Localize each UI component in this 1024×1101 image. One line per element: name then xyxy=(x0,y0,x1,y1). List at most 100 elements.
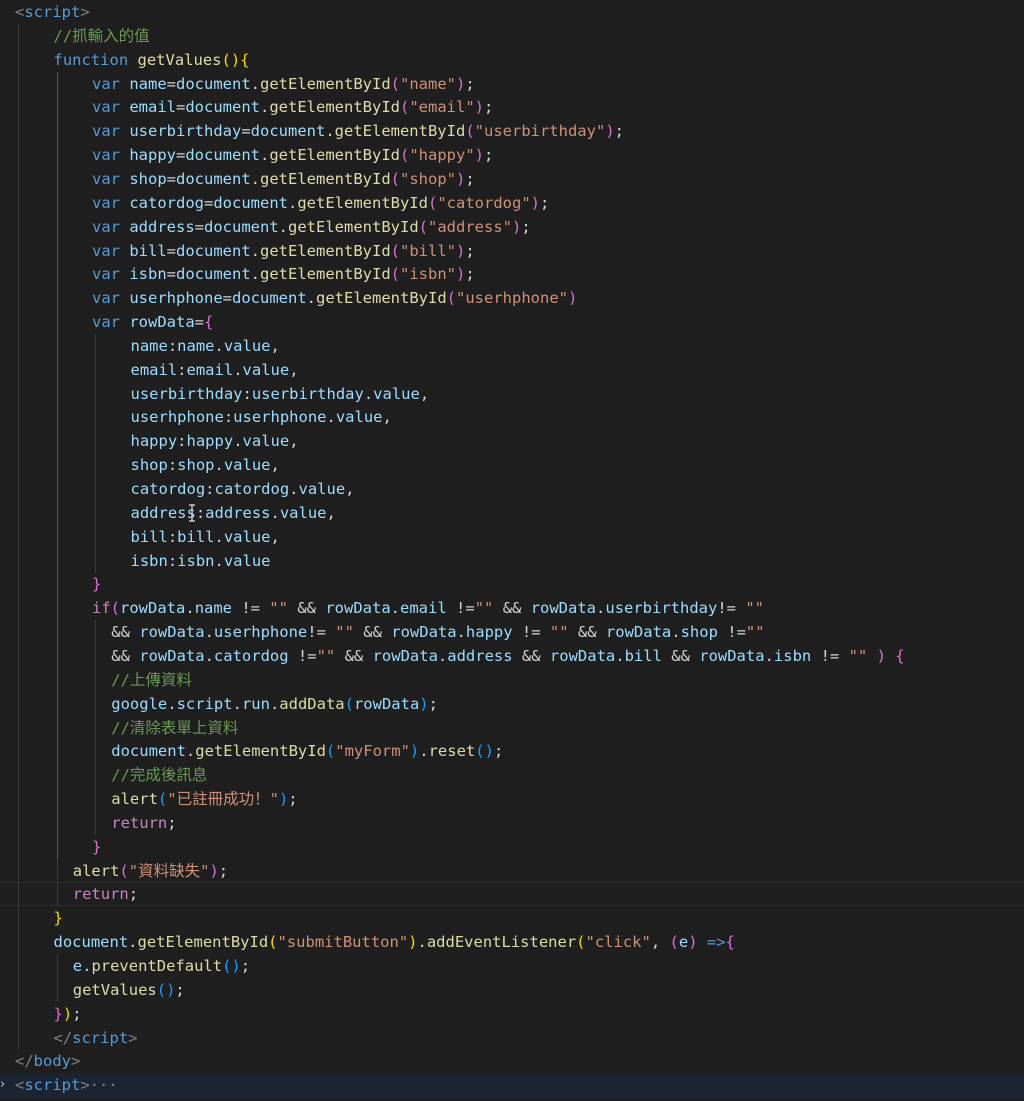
code-line[interactable]: function getValues(){ xyxy=(0,47,1024,72)
code-line[interactable]: document.getElementById("myForm").reset(… xyxy=(0,739,1024,764)
code-editor[interactable]: › <script>//抓輸入的值 function getValues(){va… xyxy=(0,0,1024,1101)
code-line[interactable]: var name=document.getElementById("name")… xyxy=(0,71,1024,96)
code-line[interactable]: //抓輸入的值 xyxy=(0,23,1024,48)
code-line[interactable]: }); xyxy=(0,1001,1024,1026)
code-token: != xyxy=(232,599,270,618)
code-line[interactable]: var bill=document.getElementById("bill")… xyxy=(0,238,1024,263)
code-token: = xyxy=(194,313,204,332)
code-token: "name" xyxy=(400,74,456,93)
code-line[interactable]: catordog:catordog.value, xyxy=(0,477,1024,501)
code-token: ) xyxy=(456,241,466,260)
code-token: ) xyxy=(876,646,886,665)
code-token: document xyxy=(185,98,260,117)
code-token: . xyxy=(214,527,224,546)
indent-guide xyxy=(95,810,96,835)
indent-guide xyxy=(95,643,96,668)
code-line[interactable]: </body> xyxy=(0,1049,1024,1073)
indent-guide xyxy=(95,477,96,501)
code-token: ; xyxy=(540,193,550,212)
code-token: ( xyxy=(268,933,278,952)
indent-guide xyxy=(18,190,19,215)
code-token: . xyxy=(325,122,335,141)
code-line[interactable]: return; xyxy=(0,882,1024,907)
code-token: happy xyxy=(465,623,513,642)
code-token: alert xyxy=(72,861,120,880)
code-line[interactable]: isbn:isbn.value xyxy=(0,548,1024,573)
code-text: var userbirthday=document.getElementById… xyxy=(92,119,624,143)
code-token: != xyxy=(307,623,336,642)
code-token: var xyxy=(92,74,130,93)
code-token: function xyxy=(53,50,138,69)
code-token: , xyxy=(270,527,280,546)
code-text: <script> xyxy=(15,0,90,24)
code-token: . xyxy=(167,694,177,713)
code-line[interactable]: happy:happy.value, xyxy=(0,429,1024,454)
code-line[interactable]: var isbn=document.getElementById("isbn")… xyxy=(0,262,1024,287)
code-text: google.script.run.addData(rowData); xyxy=(111,692,438,716)
code-line[interactable]: document.getElementById("submitButton").… xyxy=(0,930,1024,955)
indent-guide xyxy=(95,429,96,454)
code-line[interactable]: //清除表單上資料 xyxy=(0,715,1024,740)
code-line[interactable]: userbirthday:userbirthday.value, xyxy=(0,381,1024,406)
code-token: && xyxy=(288,599,326,618)
code-line[interactable]: return; xyxy=(0,810,1024,835)
code-token: "shop" xyxy=(400,169,456,188)
code-token: value xyxy=(223,336,271,355)
indent-guide xyxy=(18,310,19,335)
indent-guide xyxy=(95,620,96,645)
code-line[interactable]: </script> xyxy=(0,1025,1024,1050)
code-line[interactable]: } xyxy=(0,834,1024,859)
code-line[interactable]: && rowData.userhphone!= "" && rowData.ha… xyxy=(0,620,1024,645)
code-line[interactable]: name:name.value, xyxy=(0,333,1024,358)
code-line[interactable]: var happy=document.getElementById("happy… xyxy=(0,143,1024,168)
code-token: ; xyxy=(240,957,251,975)
code-token: ) xyxy=(605,122,615,141)
code-line[interactable]: && rowData.catordog !="" && rowData.addr… xyxy=(0,643,1024,668)
code-text: function getValues(){ xyxy=(54,48,250,72)
code-line[interactable]: <script> xyxy=(0,0,1024,24)
code-line[interactable]: email:email.value, xyxy=(0,357,1024,382)
code-line[interactable]: } xyxy=(0,906,1024,931)
code-line[interactable]: e.preventDefault(); xyxy=(0,954,1024,978)
code-line[interactable]: var userhphone=document.getElementById("… xyxy=(0,286,1024,311)
code-line[interactable]: shop:shop.value, xyxy=(0,453,1024,478)
code-token: rowData xyxy=(353,694,420,713)
code-line[interactable]: alert("資料缺失"); xyxy=(0,858,1024,883)
code-line[interactable]: //上傳資料 xyxy=(0,667,1024,692)
code-token: getElementById xyxy=(137,933,269,952)
code-line[interactable]: getValues(); xyxy=(0,977,1024,1002)
code-token: ) xyxy=(456,265,466,284)
code-line[interactable]: var address=document.getElementById("add… xyxy=(0,214,1024,239)
code-token: alert xyxy=(111,790,158,809)
code-text: //清除表單上資料 xyxy=(111,716,238,740)
code-line[interactable]: var userbirthday=document.getElementById… xyxy=(0,119,1024,144)
indent-guide xyxy=(18,500,19,525)
code-line[interactable]: var email=document.getElementById("email… xyxy=(0,95,1024,120)
code-token: : xyxy=(177,360,187,379)
code-text: } xyxy=(54,906,63,930)
code-token: email xyxy=(129,98,176,117)
code-token: , xyxy=(270,456,280,475)
code-token: ) xyxy=(209,861,219,880)
code-line[interactable]: <script>··· xyxy=(0,1073,1024,1097)
code-line[interactable]: bill:bill.value, xyxy=(0,524,1024,549)
code-token: address xyxy=(205,503,271,522)
code-line[interactable]: address:address.value, xyxy=(0,500,1024,525)
code-line[interactable]: } xyxy=(0,572,1024,597)
indent-guide xyxy=(18,381,19,406)
code-token: { xyxy=(204,313,214,332)
code-line[interactable]: var shop=document.getElementById("shop")… xyxy=(0,166,1024,191)
code-token: ) xyxy=(409,742,420,761)
code-text: var name=document.getElementById("name")… xyxy=(92,72,475,96)
code-line[interactable]: var catordog=document.getElementById("ca… xyxy=(0,190,1024,215)
code-line[interactable]: userhphone:userhphone.value, xyxy=(0,405,1024,430)
code-token: ; xyxy=(175,980,185,999)
code-line[interactable]: //完成後訊息 xyxy=(0,763,1024,788)
code-line[interactable]: if(rowData.name != "" && rowData.email !… xyxy=(0,596,1024,621)
code-token: = xyxy=(166,74,176,93)
code-line[interactable]: var rowData={ xyxy=(0,310,1024,335)
code-line[interactable]: google.script.run.addData(rowData); xyxy=(0,691,1024,716)
code-token: , xyxy=(419,384,430,403)
code-line[interactable]: alert("已註冊成功！"); xyxy=(0,787,1024,812)
